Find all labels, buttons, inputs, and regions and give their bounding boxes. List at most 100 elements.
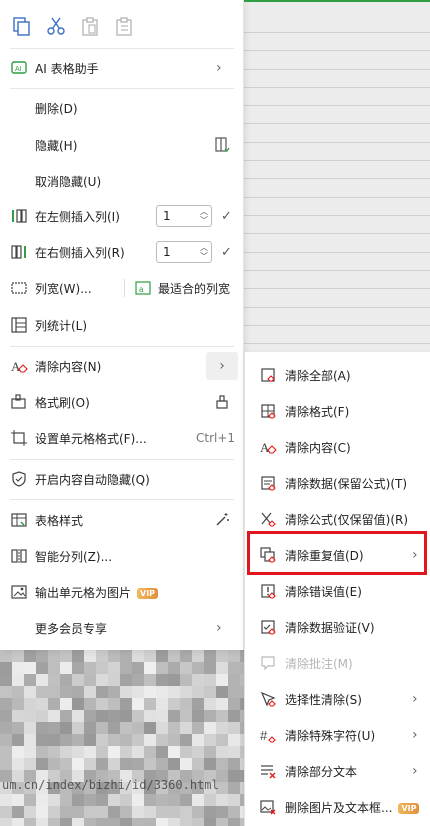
cell-format-item[interactable]: 设置单元格格式(F)... Ctrl+1 (0, 422, 244, 454)
blur-cell (12, 758, 24, 770)
member-exclusive-item[interactable]: 更多会员专享 › (0, 612, 244, 644)
blur-cell (204, 758, 216, 770)
paste-icon[interactable] (78, 14, 102, 38)
blur-cell (228, 686, 240, 698)
delete-label: 删除(D) (35, 101, 78, 116)
blur-cell (144, 746, 156, 758)
submenu-item-delete-images-textboxes[interactable]: 删除图片及文本框... VIP (245, 791, 430, 823)
submenu-item-clear-format[interactable]: 清除格式(F) (245, 395, 430, 427)
blur-cell (180, 698, 192, 710)
blur-cell (84, 722, 96, 734)
blur-cell (204, 662, 216, 674)
submenu-item-label: 清除全部(A) (285, 367, 351, 384)
auto-hide-item[interactable]: 开启内容自动隐藏(Q) (0, 463, 244, 495)
blur-cell (216, 662, 228, 674)
grid-line (244, 252, 430, 253)
submenu-item-clear-content[interactable]: A 清除内容(C) (245, 431, 430, 463)
submenu-item-clear-partial-text[interactable]: 清除部分文本 › (245, 755, 430, 787)
format-painter-item[interactable]: 格式刷(O) (0, 386, 244, 418)
copy-icon[interactable] (10, 14, 34, 38)
svg-text:#: # (260, 728, 268, 743)
blur-cell (120, 746, 132, 758)
insert-column-left-icon (10, 207, 28, 225)
blur-cell (156, 794, 168, 806)
hide-item[interactable]: 隐藏(H) (0, 129, 244, 161)
blur-cell (180, 806, 192, 818)
ai-assistant-item[interactable]: AI AI 表格助手 › (0, 52, 244, 84)
blur-cell (24, 710, 36, 722)
blur-cell (204, 650, 216, 662)
blur-cell (72, 722, 84, 734)
grid-line (244, 105, 430, 106)
submenu-item-clear-comments: 清除批注(M) (245, 647, 430, 679)
smart-split-item[interactable]: 智能分列(Z)... (0, 540, 244, 572)
blur-cell (36, 806, 48, 818)
blur-cell (204, 674, 216, 686)
svg-text:A: A (260, 440, 270, 455)
blur-cell (48, 746, 60, 758)
table-style-item[interactable]: 表格样式 (0, 504, 244, 536)
selective-clear-icon (259, 690, 277, 708)
blur-cell (60, 662, 72, 674)
delete-item[interactable]: 删除(D) (0, 92, 244, 124)
blur-cell (132, 794, 144, 806)
stepper-arrows-icon[interactable]: ︿ ﹀ (200, 207, 208, 225)
blur-cell (168, 698, 180, 710)
blur-cell (192, 758, 204, 770)
stepper-arrows-icon[interactable]: ︿ ﹀ (200, 243, 208, 261)
submenu-item-selective-clear[interactable]: 选择性清除(S) › (245, 683, 430, 715)
blur-cell (48, 722, 60, 734)
blur-cell (216, 722, 228, 734)
blur-cell (180, 650, 192, 662)
clear-data-icon (259, 474, 277, 492)
blur-cell (204, 710, 216, 722)
blur-cell (204, 806, 216, 818)
chevron-right-icon[interactable]: › (206, 352, 238, 380)
hide-column-icon[interactable] (214, 137, 230, 156)
cut-icon[interactable] (44, 14, 68, 38)
blur-cell (132, 806, 144, 818)
confirm-check-icon[interactable]: ✓ (221, 245, 232, 260)
context-menu: AI AI 表格助手 › 删除(D) 隐藏(H) 取消隐藏(U) 在左侧插入列(… (0, 0, 244, 650)
insert-right-item[interactable]: 在右侧插入列(R) 1 ︿ ﹀ ✓ (0, 236, 244, 268)
clear-partial-text-icon (259, 762, 277, 780)
blur-cell (12, 686, 24, 698)
submenu-item-clear-errors[interactable]: 清除错误值(E) (245, 575, 430, 607)
insert-right-stepper[interactable]: 1 ︿ ﹀ (156, 241, 212, 263)
magic-wand-icon[interactable] (214, 512, 230, 531)
blur-cell (12, 710, 24, 722)
insert-left-item[interactable]: 在左侧插入列(I) 1 ︿ ﹀ ✓ (0, 200, 244, 232)
best-fit-label[interactable]: 最适合的列宽 (158, 280, 230, 297)
blur-cell (108, 686, 120, 698)
column-stats-item[interactable]: 列统计(L) (0, 309, 244, 341)
blur-cell (132, 734, 144, 746)
blur-cell (48, 686, 60, 698)
submenu-item-label: 删除图片及文本框... VIP (285, 799, 420, 816)
blur-cell (96, 698, 108, 710)
blur-cell (36, 818, 48, 826)
export-image-item[interactable]: 输出单元格为图片 VIP (0, 576, 244, 608)
blur-cell (36, 674, 48, 686)
blur-cell (156, 698, 168, 710)
insert-left-stepper[interactable]: 1 ︿ ﹀ (156, 205, 212, 227)
submenu-item-clear-data-validation[interactable]: 清除数据验证(V) (245, 611, 430, 643)
blur-cell (84, 734, 96, 746)
export-image-label: 输出单元格为图片 VIP (35, 584, 159, 601)
blur-cell (60, 710, 72, 722)
format-brush-icon[interactable] (214, 394, 230, 413)
column-width-item[interactable]: 列宽(W)... a 最适合的列宽 (0, 272, 244, 304)
unhide-item[interactable]: 取消隐藏(U) (0, 165, 244, 197)
submenu-item-clear-data-keep-formula[interactable]: 清除数据(保留公式)(T) (245, 467, 430, 499)
paste-special-icon[interactable] (112, 14, 136, 38)
clear-validation-icon (259, 618, 277, 636)
blur-cell (204, 746, 216, 758)
blur-cell (72, 650, 84, 662)
blur-cell (12, 818, 24, 826)
menu-divider (10, 346, 234, 347)
blur-cell (144, 794, 156, 806)
vip-badge: VIP (398, 802, 420, 814)
confirm-check-icon[interactable]: ✓ (221, 209, 232, 224)
submenu-item-clear-all[interactable]: 清除全部(A) (245, 359, 430, 391)
submenu-item-clear-special-chars[interactable]: # 清除特殊字符(U) › (245, 719, 430, 751)
best-fit-icon[interactable]: a (135, 280, 151, 299)
